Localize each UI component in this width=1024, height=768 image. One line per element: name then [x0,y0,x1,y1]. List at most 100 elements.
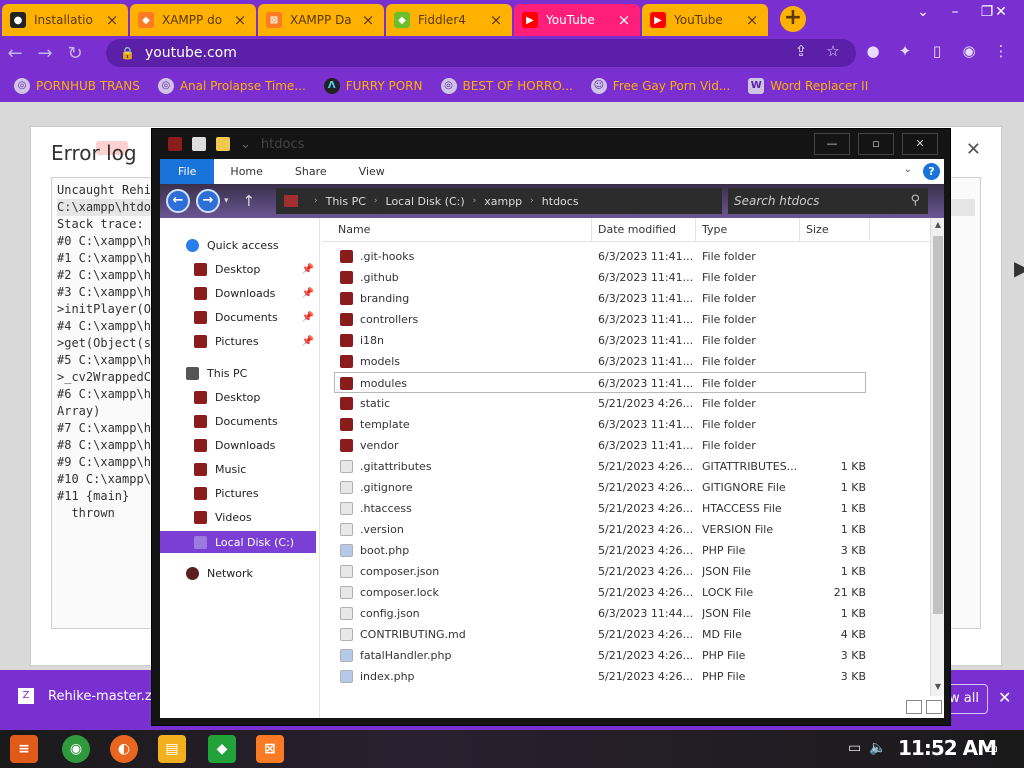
tab-view[interactable]: View [343,159,401,184]
recent-locations-icon[interactable]: ▾ [224,196,229,206]
file-row[interactable]: fatalHandler.php 5/21/2023 4:26... PHP Fil… [322,645,930,666]
start-icon[interactable]: ≡ [10,735,38,763]
tab-close-icon[interactable]: × [232,12,248,28]
file-row[interactable]: config.json 6/3/2023 11:44... JSON File 1 K… [322,603,930,624]
file-row[interactable]: modules 6/3/2023 11:41... File folder [334,372,866,393]
bookmark-item[interactable]: ◎ PORNHUB TRANS [14,78,140,94]
clock[interactable]: 11:52 AM [898,736,997,760]
up-arrow-icon[interactable]: ↑ [243,192,256,210]
download-item[interactable]: Z Rehike-master.zi [18,688,155,704]
forward-icon[interactable]: → [196,189,220,213]
breadcrumb-item[interactable]: This PC [326,195,366,208]
column-header-date[interactable]: Date modified [592,218,696,242]
close-window-icon[interactable]: ✕ [986,4,1016,20]
tab-close-icon[interactable]: × [744,12,760,28]
nav-pc-pictures[interactable]: Pictures [194,482,259,504]
file-row[interactable]: controllers 6/3/2023 11:41... File folder [322,309,930,330]
file-row[interactable]: index.php 5/21/2023 4:26... PHP File 3 KB [322,666,930,687]
extensions-puzzle-icon[interactable]: ✦ [894,42,916,60]
breadcrumb[interactable]: › This PC › Local Disk (C:) › xampp › ht… [276,188,722,214]
file-row[interactable]: .version 5/21/2023 4:26... VERSION File 1 K… [322,519,930,540]
browser-tab-installation[interactable]: ● Installatio × [2,4,128,36]
nav-this-pc[interactable]: This PC [186,362,247,384]
chevron-right-icon[interactable]: ▶ [1014,256,1024,280]
column-header-type[interactable]: Type [696,218,800,242]
nav-pc-downloads[interactable]: Downloads [194,434,275,456]
nav-pc-videos[interactable]: Videos [194,506,252,528]
file-row[interactable]: .git-hooks 6/3/2023 11:41... File folder [322,246,930,267]
new-tab-button[interactable]: + [780,6,806,32]
bookmark-item[interactable]: ☺ Free Gay Porn Vid... [590,78,730,94]
search-icon[interactable]: ⚲ [910,188,920,214]
nav-quick-pictures[interactable]: Pictures 📌 [194,330,314,352]
file-row[interactable]: branding 6/3/2023 11:41... File folder [322,288,930,309]
column-header-size[interactable]: Size [800,218,870,242]
file-row[interactable]: .gitignore 5/21/2023 4:26... GITIGNORE Fil… [322,477,930,498]
nav-quick-documents[interactable]: Documents 📌 [194,306,314,328]
maximize-button[interactable]: ▫ [858,133,894,155]
breadcrumb-item[interactable]: xampp [484,195,522,208]
bookmark-item[interactable]: Λ FURRY PORN [323,78,423,94]
share-icon[interactable]: ⇪ [790,42,812,60]
tab-close-icon[interactable]: × [616,12,632,28]
scroll-up-icon[interactable]: ▲ [931,220,945,229]
tab-share[interactable]: Share [279,159,343,184]
nav-local-disk[interactable]: Local Disk (C:) [160,531,316,553]
tab-home[interactable]: Home [214,159,278,184]
file-explorer-icon[interactable]: ▤ [158,735,186,763]
large-icons-view-icon[interactable] [926,700,942,714]
profile-extension-icon[interactable]: ● [862,42,884,60]
vertical-scrollbar[interactable]: ▲ ▼ [930,218,944,696]
breadcrumb-item[interactable]: Local Disk (C:) [386,195,465,208]
file-row[interactable]: static 5/21/2023 4:26... File folder [322,393,930,414]
pin-icon[interactable]: 📌 [302,336,314,347]
browser-tab-xampp-dashboard[interactable]: ⊠ XAMPP Da × [258,4,384,36]
pin-icon[interactable]: 📌 [302,264,314,275]
address-bar[interactable]: 🔒 youtube.com [106,39,856,67]
file-row[interactable]: CONTRIBUTING.md 5/21/2023 4:26... MD File 4… [322,624,930,645]
avatar[interactable]: ◉ [958,42,980,60]
file-row[interactable]: composer.lock 5/21/2023 4:26... LOCK File 2… [322,582,930,603]
nav-pc-desktop[interactable]: Desktop [194,386,260,408]
side-panel-icon[interactable]: ▯ [926,42,948,60]
column-header-name[interactable]: Name [332,218,592,242]
pin-icon[interactable]: 📌 [302,288,314,299]
chevron-down-icon[interactable]: ⌄ [904,164,912,175]
bookmark-star-icon[interactable]: ☆ [822,42,844,60]
close-button[interactable]: ✕ [902,133,938,155]
breadcrumb-item[interactable]: htdocs [542,195,579,208]
firefox-icon[interactable]: ◐ [110,735,138,763]
chrome-icon[interactable]: ◉ [62,735,90,763]
reload-icon[interactable]: ↻ [60,43,90,64]
close-icon[interactable]: ✕ [966,139,981,160]
nav-quick-downloads[interactable]: Downloads 📌 [194,282,314,304]
notification-icon[interactable]: ▭ [984,739,998,757]
search-input[interactable]: Search htdocs ⚲ [728,188,928,214]
file-row[interactable]: template 6/3/2023 11:41... File folder [322,414,930,435]
network-icon[interactable]: ▭ [848,740,861,756]
kebab-menu-icon[interactable]: ⋮ [990,42,1012,60]
nav-quick-access[interactable]: Quick access [186,234,279,256]
forward-icon[interactable]: → [30,43,60,64]
pin-icon[interactable]: 📌 [302,312,314,323]
browser-tab-fiddler[interactable]: ◆ Fiddler4 × [386,4,512,36]
tab-file[interactable]: File [160,159,215,184]
minimize-icon[interactable]: – [940,4,970,20]
scroll-down-icon[interactable]: ▼ [931,682,945,691]
gem-icon[interactable]: ◆ [208,735,236,763]
nav-quick-desktop[interactable]: Desktop 📌 [194,258,314,280]
chevron-down-icon[interactable]: ⌄ [240,137,251,152]
tab-close-icon[interactable]: × [360,12,376,28]
properties-icon[interactable] [192,137,206,151]
minimize-button[interactable]: — [814,133,850,155]
back-icon[interactable]: ← [0,43,30,64]
file-row[interactable]: .gitattributes 5/21/2023 4:26... GITATTRIB… [322,456,930,477]
bookmark-item[interactable]: ◎ Anal Prolapse Time... [157,78,306,94]
file-row[interactable]: composer.json 5/21/2023 4:26... JSON File 1… [322,561,930,582]
scrollbar-thumb[interactable] [933,236,943,614]
nav-pc-music[interactable]: Music [194,458,246,480]
file-row[interactable]: i18n 6/3/2023 11:41... File folder [322,330,930,351]
file-row[interactable]: models 6/3/2023 11:41... File folder [322,351,930,372]
tab-close-icon[interactable]: × [104,12,120,28]
bookmark-item[interactable]: ◎ BEST OF HORRO... [440,78,573,94]
